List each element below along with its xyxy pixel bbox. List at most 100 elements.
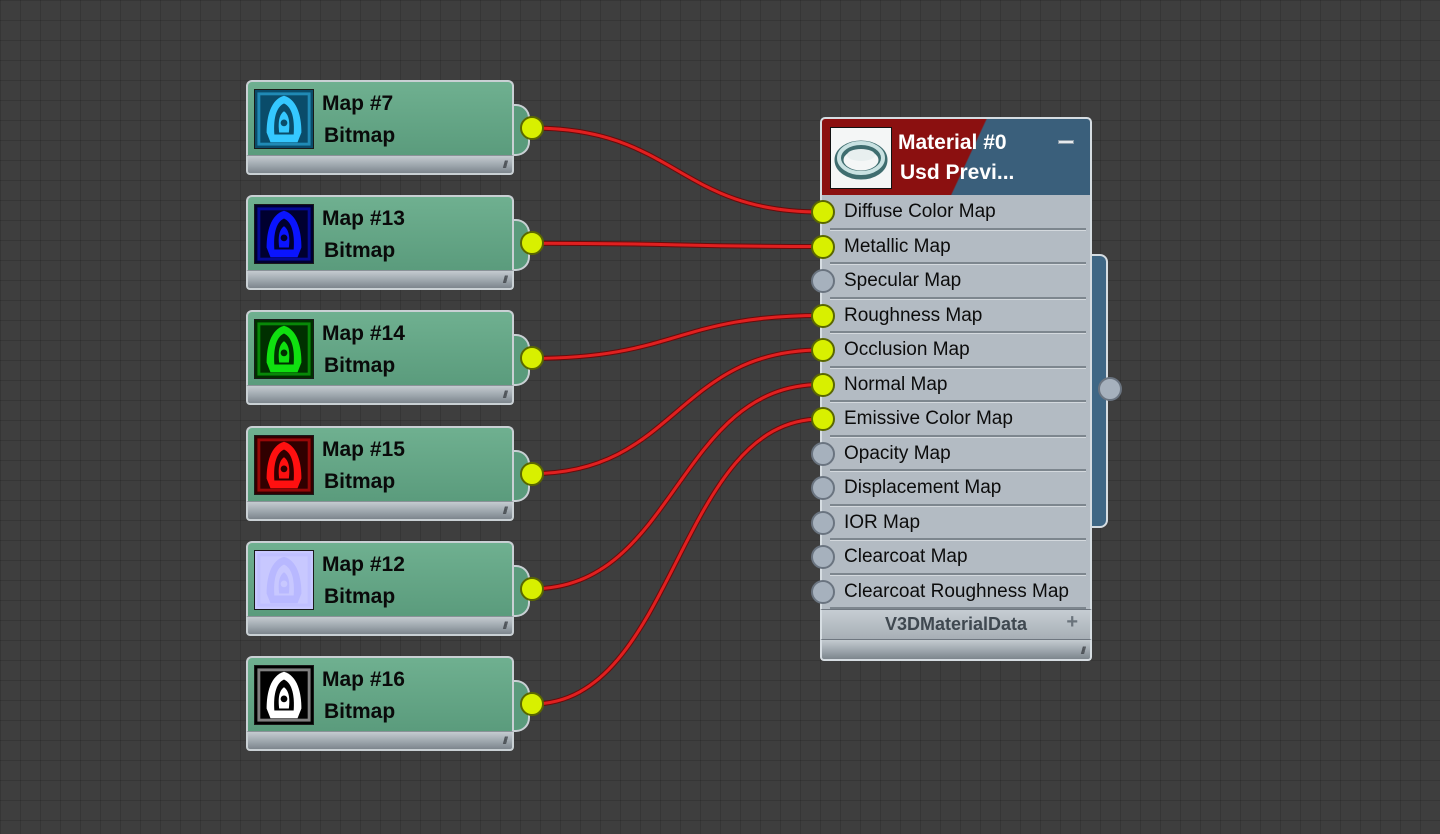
output-socket[interactable] [520, 576, 544, 601]
bitmap-thumbnail-icon [254, 319, 314, 380]
material-slot[interactable]: Metallic Map [811, 230, 1094, 264]
map-node[interactable]: Map #16 Bitmap //// [246, 656, 544, 754]
material-type: Usd Previ... [900, 161, 1015, 184]
map-node-body[interactable]: Map #12 Bitmap [246, 540, 514, 618]
slot-label: Clearcoat Roughness Map [844, 580, 1069, 602]
material-name: Material #0 [898, 131, 1007, 154]
map-node-footer: //// [246, 731, 514, 751]
input-socket[interactable] [811, 200, 835, 224]
bitmap-thumbnail-icon [254, 549, 314, 610]
resize-grip-icon[interactable]: //// [503, 275, 508, 286]
connection-wire[interactable] [531, 126, 822, 214]
map-name: Map #13 [322, 207, 405, 231]
map-node[interactable]: Map #7 Bitmap //// [246, 80, 544, 178]
output-socket[interactable] [520, 116, 544, 140]
map-node-footer: //// [246, 500, 514, 521]
slot-label: Metallic Map [844, 235, 951, 257]
map-name: Map #14 [322, 322, 405, 346]
slot-label: Specular Map [844, 270, 962, 291]
material-node[interactable]: Material #0 Usd Previ... Diffuse Color M… [811, 117, 1122, 663]
resize-grip-icon[interactable]: //// [503, 736, 508, 747]
section-label: V3DMaterialData [884, 614, 1028, 634]
map-name: Map #7 [322, 92, 394, 115]
input-socket[interactable] [811, 476, 835, 500]
input-socket[interactable] [811, 338, 835, 362]
slot-label: Occlusion Map [844, 339, 970, 360]
material-slot[interactable]: Roughness Map [811, 299, 1094, 333]
map-type: Bitmap [324, 584, 396, 608]
material-output-socket[interactable] [1098, 377, 1122, 401]
input-socket[interactable] [811, 510, 835, 535]
input-socket[interactable] [811, 407, 835, 431]
slot-label: Roughness Map [844, 304, 983, 326]
material-node-footer: //// [820, 639, 1092, 661]
map-node-footer: //// [246, 270, 514, 291]
material-slot[interactable]: Clearcoat Map [811, 540, 1094, 575]
slot-label: Clearcoat Map [844, 546, 968, 567]
resize-grip-icon[interactable]: //// [503, 160, 508, 171]
material-preview-icon [830, 127, 892, 189]
map-type: Bitmap [324, 124, 396, 147]
slot-label: Opacity Map [844, 442, 951, 464]
material-slot-list: Diffuse Color Map Metallic Map Specular Ma… [811, 195, 1094, 609]
map-node-body[interactable]: Map #13 Bitmap [246, 195, 514, 273]
map-node-footer: //// [246, 385, 514, 406]
input-socket[interactable] [811, 269, 835, 293]
map-type: Bitmap [324, 700, 396, 723]
input-socket[interactable] [811, 579, 835, 604]
map-type: Bitmap [324, 354, 396, 378]
output-socket[interactable] [520, 461, 544, 486]
map-node-body[interactable]: Map #7 Bitmap [246, 80, 514, 157]
material-node-header[interactable]: Material #0 Usd Previ... [820, 117, 1092, 195]
input-socket[interactable] [811, 234, 835, 259]
material-slot[interactable]: Specular Map [811, 264, 1094, 299]
output-socket[interactable] [520, 692, 544, 716]
material-slot[interactable]: Displacement Map [811, 471, 1094, 506]
map-node[interactable]: Map #15 Bitmap //// [246, 425, 544, 524]
slot-label: Normal Map [844, 373, 948, 395]
material-section-v3d[interactable]: V3DMaterialData + [820, 609, 1092, 639]
map-node-body[interactable]: Map #14 Bitmap [246, 310, 514, 388]
map-name: Map #12 [322, 552, 405, 576]
resize-grip-icon[interactable]: //// [503, 621, 508, 632]
map-type: Bitmap [324, 239, 396, 263]
resize-grip-icon[interactable]: //// [503, 506, 508, 517]
map-node[interactable]: Map #13 Bitmap //// [246, 195, 544, 293]
slot-label: Emissive Color Map [844, 408, 1013, 429]
slot-label: IOR Map [844, 511, 921, 533]
material-slot[interactable]: Occlusion Map [811, 333, 1094, 368]
material-slot[interactable]: Emissive Color Map [811, 402, 1094, 437]
slot-label: Displacement Map [844, 477, 1002, 498]
bitmap-thumbnail-icon [254, 89, 314, 149]
map-node-footer: //// [246, 615, 514, 636]
slot-label: Diffuse Color Map [844, 201, 996, 222]
map-name: Map #15 [322, 437, 405, 461]
material-slot[interactable]: Clearcoat Roughness Map [811, 575, 1094, 609]
material-slot[interactable]: Opacity Map [811, 437, 1094, 471]
connection-wire[interactable] [531, 348, 822, 476]
collapse-button[interactable] [1058, 140, 1074, 144]
input-socket[interactable] [811, 545, 835, 569]
bitmap-thumbnail-icon [254, 204, 314, 265]
bitmap-thumbnail-icon [254, 665, 314, 725]
material-slot[interactable]: Diffuse Color Map [811, 195, 1094, 230]
expand-section-button[interactable]: + [1066, 611, 1078, 634]
map-node-body[interactable]: Map #15 Bitmap [246, 425, 514, 503]
input-socket[interactable] [811, 441, 835, 466]
resize-grip-icon[interactable]: //// [503, 390, 508, 401]
map-node[interactable]: Map #12 Bitmap //// [246, 540, 544, 639]
connection-wire[interactable] [531, 417, 822, 706]
resize-grip-icon[interactable]: //// [1081, 646, 1086, 657]
connection-wires [531, 125, 822, 707]
bitmap-thumbnail-icon [254, 434, 314, 495]
input-socket[interactable] [811, 303, 835, 328]
material-slot[interactable]: IOR Map [811, 506, 1094, 540]
output-socket[interactable] [520, 231, 544, 256]
map-node-body[interactable]: Map #16 Bitmap [246, 656, 514, 733]
map-type: Bitmap [324, 469, 396, 493]
map-node-footer: //// [246, 155, 514, 175]
map-node[interactable]: Map #14 Bitmap //// [246, 310, 544, 408]
map-name: Map #16 [322, 668, 405, 691]
material-slot[interactable]: Normal Map [811, 368, 1094, 402]
input-socket[interactable] [811, 372, 835, 397]
